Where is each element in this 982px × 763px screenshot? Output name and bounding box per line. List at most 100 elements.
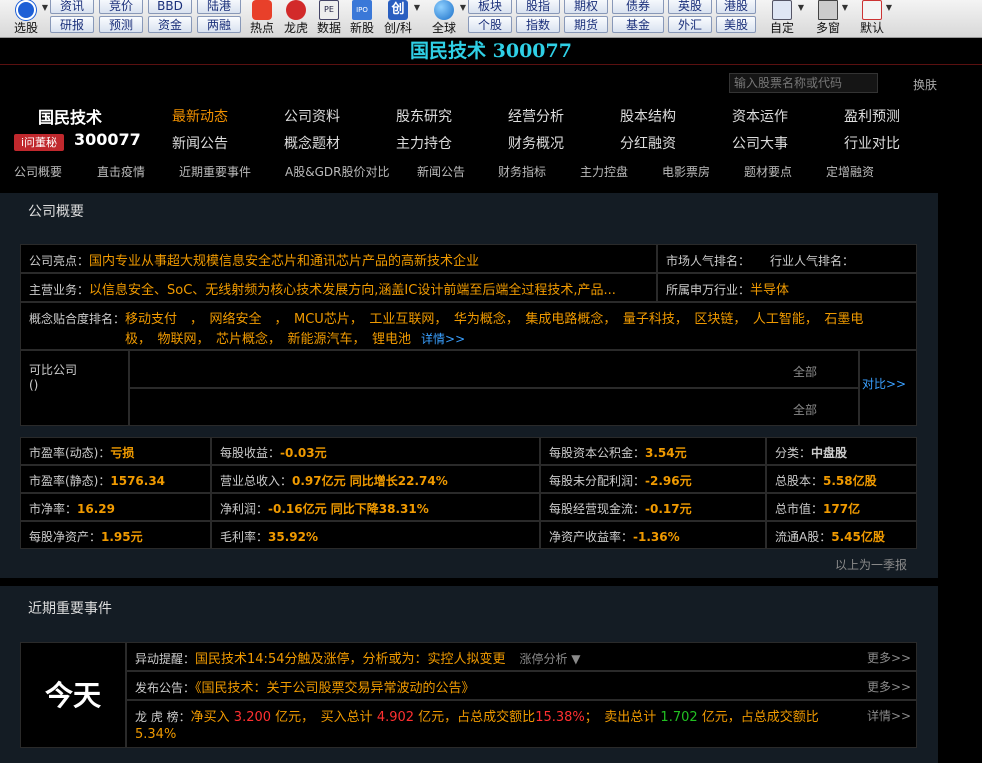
toolbar-bbd-button[interactable]: BBD	[148, 0, 192, 14]
industry-link[interactable]: 半导体	[750, 283, 789, 298]
tab-news-announcements[interactable]: 新闻公告	[172, 133, 228, 153]
toolbar-stock-button[interactable]: 个股	[468, 16, 512, 33]
alert-text[interactable]: 国民技术14:54分触及涨停，分析或为：实控人拟变更	[195, 652, 505, 667]
tab-company-profile[interactable]: 公司资料	[284, 106, 340, 126]
limit-up-analysis-link[interactable]: 涨停分析 ▼	[519, 652, 580, 666]
metric-cell: 净利润：-0.16亿元 同比下降38.31%	[211, 493, 540, 521]
compare-link[interactable]: 对比>>	[862, 375, 906, 392]
toolbar-us-stock-button[interactable]: 美股	[716, 16, 756, 33]
metric-value: 16.29	[77, 502, 115, 516]
subnav-private-placement[interactable]: 定增融资	[826, 163, 874, 180]
concept-list[interactable]: 移动支付 ， 网络安全 ， MCU芯片， 工业互联网， 华为概念， 集成电路概念…	[125, 312, 863, 327]
toolbar-ipo[interactable]: IPO 新股	[346, 0, 378, 38]
swap-skin-button[interactable]: 换肤	[913, 76, 937, 93]
metric-label: 营业总收入：	[220, 474, 293, 488]
lhb-buy-total: 4.902	[376, 710, 415, 725]
metric-cell: 市盈率(静态)：1576.34	[20, 465, 211, 493]
tab-main-holdings[interactable]: 主力持仓	[396, 133, 452, 153]
dropdown-arrow-icon[interactable]: ▼	[796, 0, 806, 16]
toolbar-data[interactable]: PE 数据	[313, 0, 345, 38]
tab-industry-comparison[interactable]: 行业对比	[844, 133, 900, 153]
lhb-text: 净买入	[190, 710, 230, 725]
detail-link-lhb[interactable]: 详情>>	[867, 707, 911, 724]
toolbar-research-button[interactable]: 研报	[50, 16, 94, 33]
subnav-news[interactable]: 新闻公告	[417, 163, 465, 180]
toolbar-futures-button[interactable]: 期货	[564, 16, 608, 33]
hot-icon	[252, 0, 272, 20]
metric-cell: 每股净资产：1.95元	[20, 521, 211, 549]
toolbar-bonds-button[interactable]: 债券	[612, 0, 664, 14]
dropdown-arrow-icon[interactable]: ▼	[884, 0, 894, 16]
subnav-box-office[interactable]: 电影票房	[662, 163, 710, 180]
toolbar-label: 多窗	[815, 21, 840, 35]
metric-cell: 每股未分配利润：-2.96元	[540, 465, 766, 493]
tab-capital-operation[interactable]: 资本运作	[732, 106, 788, 126]
tab-latest-news[interactable]: 最新动态	[172, 106, 228, 126]
toolbar-hot[interactable]: 热点	[246, 0, 278, 38]
tab-concepts[interactable]: 概念题材	[284, 133, 340, 153]
toolbar-index-button[interactable]: 指数	[516, 16, 560, 33]
dropdown-arrow-icon[interactable]: ▼	[840, 0, 850, 16]
toolbar-global[interactable]: 全球	[426, 0, 462, 38]
dropdown-arrow-icon[interactable]: ▼	[412, 0, 422, 16]
industry-cell: 所属申万行业：半导体	[657, 273, 917, 302]
event-row-notice: 发布公告：《国民技术：关于公司股票交易异常波动的公告》 更多>>	[126, 671, 917, 700]
subnav-epidemic[interactable]: 直击疫情	[97, 163, 145, 180]
concept-list-cont[interactable]: 极， 物联网， 芯片概念， 新能源汽车， 锂电池	[125, 332, 411, 347]
subnav-gdr-compare[interactable]: A股&GDR股价对比	[285, 163, 389, 180]
stock-search-input[interactable]: 输入股票名称或代码	[729, 73, 878, 93]
toolbar-forecast-button[interactable]: 预测	[99, 16, 143, 33]
toolbar-select-stock[interactable]: 选股	[8, 0, 44, 38]
toolbar-label: 全球	[431, 21, 456, 35]
metric-value: -2.96元	[645, 474, 692, 488]
tab-dividends-financing[interactable]: 分红融资	[620, 133, 676, 153]
tab-business-analysis[interactable]: 经营分析	[508, 106, 564, 126]
toolbar-label: 默认	[859, 21, 884, 35]
tab-shareholder-research[interactable]: 股东研究	[396, 106, 452, 126]
concept-cell: 概念贴合度排名：移动支付 ， 网络安全 ， MCU芯片， 工业互联网， 华为概念…	[20, 302, 917, 350]
toolbar-uk-stock-button[interactable]: 英股	[668, 0, 712, 14]
metric-label: 市盈率(静态)：	[29, 474, 111, 488]
notice-text[interactable]: 《国民技术：关于公司股票交易异常波动的公告》	[195, 681, 475, 696]
toolbar-margin-button[interactable]: 两融	[197, 16, 241, 33]
toolbar-hk-stock-button[interactable]: 港股	[716, 0, 756, 14]
toolbar-fund-button[interactable]: 基金	[612, 16, 664, 33]
subnav-company-summary[interactable]: 公司概要	[14, 163, 62, 180]
section-title-events: 近期重要事件	[28, 601, 112, 617]
peer-all-2[interactable]: 全部	[793, 401, 817, 418]
tab-earnings-forecast[interactable]: 盈利预测	[844, 106, 900, 126]
toolbar-chuang[interactable]: 创 创/科	[380, 0, 416, 38]
custom-icon	[772, 0, 792, 20]
subnav-financial-indicators[interactable]: 财务指标	[498, 163, 546, 180]
toolbar-options-button[interactable]: 期权	[564, 0, 608, 14]
metric-label: 毛利率：	[220, 530, 269, 544]
subnav-recent-events[interactable]: 近期重要事件	[179, 163, 251, 180]
dropdown-arrow-icon[interactable]: ▼	[458, 0, 468, 16]
subnav-theme-points[interactable]: 题材要点	[744, 163, 792, 180]
more-link-alert[interactable]: 更多>>	[867, 649, 911, 666]
toolbar-custom[interactable]: 自定	[764, 0, 800, 38]
tab-equity-structure[interactable]: 股本结构	[620, 106, 676, 126]
concept-label: 概念贴合度排名：	[29, 312, 126, 326]
dropdown-arrow-icon[interactable]: ▼	[40, 0, 50, 16]
subnav-main-control[interactable]: 主力控盘	[580, 163, 628, 180]
toolbar-index-futures-button[interactable]: 股指	[516, 0, 560, 14]
peer-all-1[interactable]: 全部	[793, 363, 817, 380]
metric-label: 每股经营现金流：	[549, 502, 646, 516]
tab-financial-overview[interactable]: 财务概况	[508, 133, 564, 153]
toolbar-hk-connect-button[interactable]: 陆港	[197, 0, 241, 14]
lhb-sell-total: 1.702	[660, 710, 698, 725]
notice-label: 发布公告：	[135, 681, 196, 695]
toolbar-news-button[interactable]: 资讯	[50, 0, 94, 14]
toolbar-auction-button[interactable]: 竞价	[99, 0, 143, 14]
toolbar-funds-button[interactable]: 资金	[148, 16, 192, 33]
toolbar-forex-button[interactable]: 外汇	[668, 16, 712, 33]
tab-company-events[interactable]: 公司大事	[732, 133, 788, 153]
ask-secretary-button[interactable]: i问董秘	[14, 134, 64, 151]
metric-cell: 净资产收益率：-1.36%	[540, 521, 766, 549]
more-link-notice[interactable]: 更多>>	[867, 678, 911, 695]
lhb-text: 亿元，占总成交额比	[418, 710, 536, 725]
toolbar-dragon-tiger[interactable]: 龙虎	[280, 0, 312, 38]
concept-more-link[interactable]: 详情>>	[421, 332, 465, 346]
toolbar-sector-button[interactable]: 板块	[468, 0, 512, 14]
